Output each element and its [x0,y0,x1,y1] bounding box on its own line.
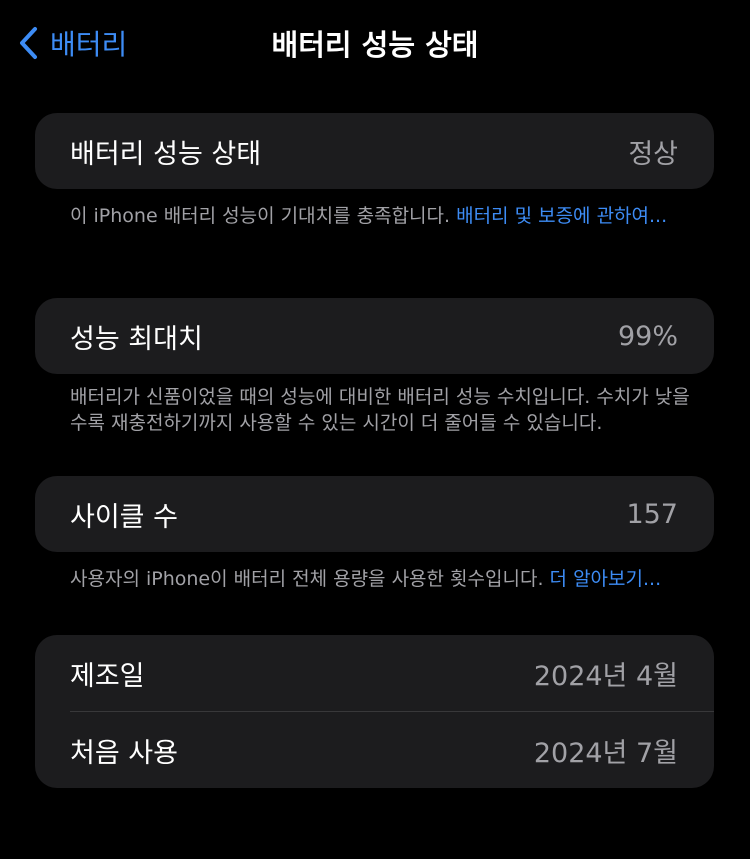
cycle-count-note: 사용자의 iPhone이 배터리 전체 용량을 사용한 횟수입니다. [70,568,550,590]
manufacture-date-value: 2024년 4월 [533,660,678,692]
cycle-count-label: 사이클 수 [70,501,178,533]
battery-health-label: 배터리 성능 상태 [70,138,262,170]
cycle-count-card: 사이클 수 157 [35,476,714,552]
battery-health-footnote: 이 iPhone 배터리 성능이 기대치를 충족합니다. 배터리 및 보증에 관… [70,203,690,229]
battery-health-value: 정상 [628,138,678,170]
battery-health-card: 배터리 성능 상태 정상 [35,113,714,189]
maximum-capacity-value: 99% [617,320,678,352]
manufacture-date-label: 제조일 [70,660,145,692]
battery-health-row[interactable]: 배터리 성능 상태 정상 [35,113,714,189]
first-use-value: 2024년 7월 [533,737,678,769]
battery-health-note: 이 iPhone 배터리 성능이 기대치를 충족합니다. [70,205,457,227]
battery-health-screen: 배터리 배터리 성능 상태 배터리 성능 상태 정상 이 iPhone 배터리 … [0,0,750,859]
navigation-bar: 배터리 배터리 성능 상태 [0,0,750,86]
maximum-capacity-label: 성능 최대치 [70,323,203,355]
maximum-capacity-card: 성능 최대치 99% [35,298,714,374]
first-use-label: 처음 사용 [70,737,178,769]
battery-warranty-link[interactable]: 배터리 및 보증에 관하여... [456,205,667,227]
manufacture-date-row: 제조일 2024년 4월 [35,635,714,711]
maximum-capacity-row: 성능 최대치 99% [35,298,714,374]
dates-card: 제조일 2024년 4월 처음 사용 2024년 7월 [35,635,714,788]
page-title: 배터리 성능 상태 [271,28,479,62]
cycle-count-row: 사이클 수 157 [35,476,714,552]
maximum-capacity-note: 배터리가 신품이었을 때의 성능에 대비한 배터리 성능 수치입니다. 수치가 … [70,386,690,434]
first-use-row: 처음 사용 2024년 7월 [35,712,714,788]
cycle-count-footnote: 사용자의 iPhone이 배터리 전체 용량을 사용한 횟수입니다. 더 알아보… [70,566,690,592]
cycle-count-value: 157 [626,498,678,530]
maximum-capacity-footnote: 배터리가 신품이었을 때의 성능에 대비한 배터리 성능 수치입니다. 수치가 … [70,384,690,436]
learn-more-link[interactable]: 더 알아보기... [550,568,662,590]
